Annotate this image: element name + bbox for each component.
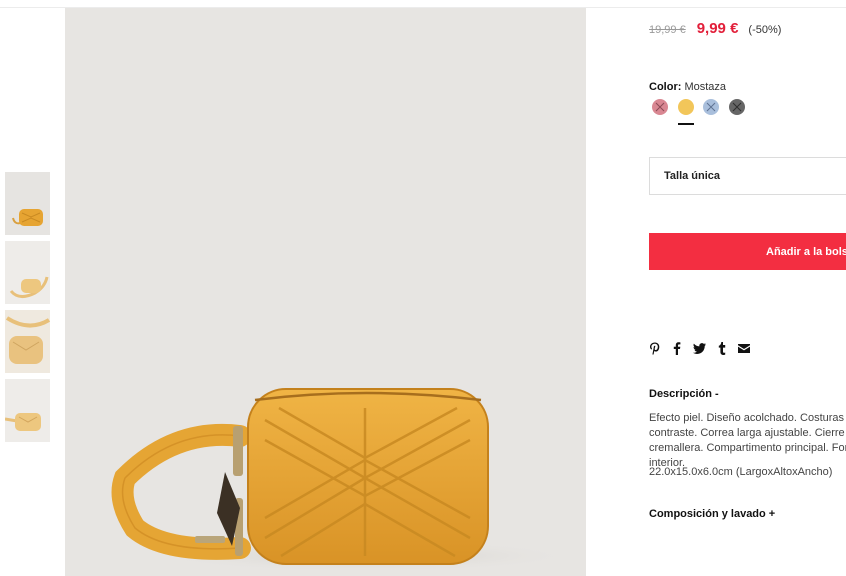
sale-price: 9,99 € — [696, 20, 739, 37]
tumblr-icon[interactable] — [718, 342, 726, 355]
share-icons — [649, 342, 762, 355]
twitter-icon[interactable] — [693, 343, 706, 354]
thumbnail-1[interactable] — [5, 172, 50, 235]
old-price: 19,99 € — [649, 24, 686, 36]
thumbnail-3[interactable] — [5, 310, 50, 373]
discount-badge: (-50%) — [748, 24, 782, 36]
thumbnail-strip — [5, 172, 50, 448]
description-body: Efecto piel. Diseño acolchado. Costuras … — [649, 412, 846, 469]
color-label: Color: — [649, 81, 682, 93]
thumbnail-4[interactable] — [5, 379, 50, 442]
add-to-bag-label: Añadir a la bolsa — [766, 245, 846, 258]
add-to-bag-button[interactable]: Añadir a la bolsa — [649, 233, 846, 270]
facebook-icon[interactable] — [673, 342, 681, 355]
thumbnail-2[interactable] — [5, 241, 50, 304]
unavailable-cross-icon — [655, 102, 665, 112]
price-row: 19,99 € 9,99 € (-50%) — [649, 20, 781, 37]
swatch-mostaza[interactable] — [677, 99, 694, 115]
swatch-rosa[interactable] — [652, 99, 668, 115]
color-value: Mostaza — [684, 81, 727, 93]
unavailable-cross-icon — [706, 102, 716, 112]
pinterest-icon[interactable] — [649, 342, 661, 355]
swatch-gris[interactable] — [728, 99, 745, 115]
size-label: Talla única — [664, 170, 721, 182]
color-swatches — [652, 99, 754, 115]
main-product-image[interactable] — [65, 8, 586, 576]
unavailable-cross-icon — [732, 102, 741, 112]
size-selector[interactable]: Talla única — [649, 157, 846, 195]
description-text: Efecto piel. Diseño acolchado. Costuras … — [649, 411, 846, 471]
composition-toggle[interactable]: Composición y lavado + — [649, 508, 775, 520]
color-selector-label: Color: Mostaza — [649, 81, 726, 93]
mail-icon[interactable] — [738, 344, 750, 353]
product-info-panel: 19,99 € 9,99 € (-50%) Color: Mostaza Tal… — [649, 0, 846, 576]
description-title[interactable]: Descripción - — [649, 388, 719, 400]
selected-swatch-indicator — [678, 123, 694, 125]
description-dimensions: 22.0x15.0x6.0cm (LargoxAltoxAncho) — [649, 466, 833, 478]
swatch-azul[interactable] — [703, 99, 719, 115]
